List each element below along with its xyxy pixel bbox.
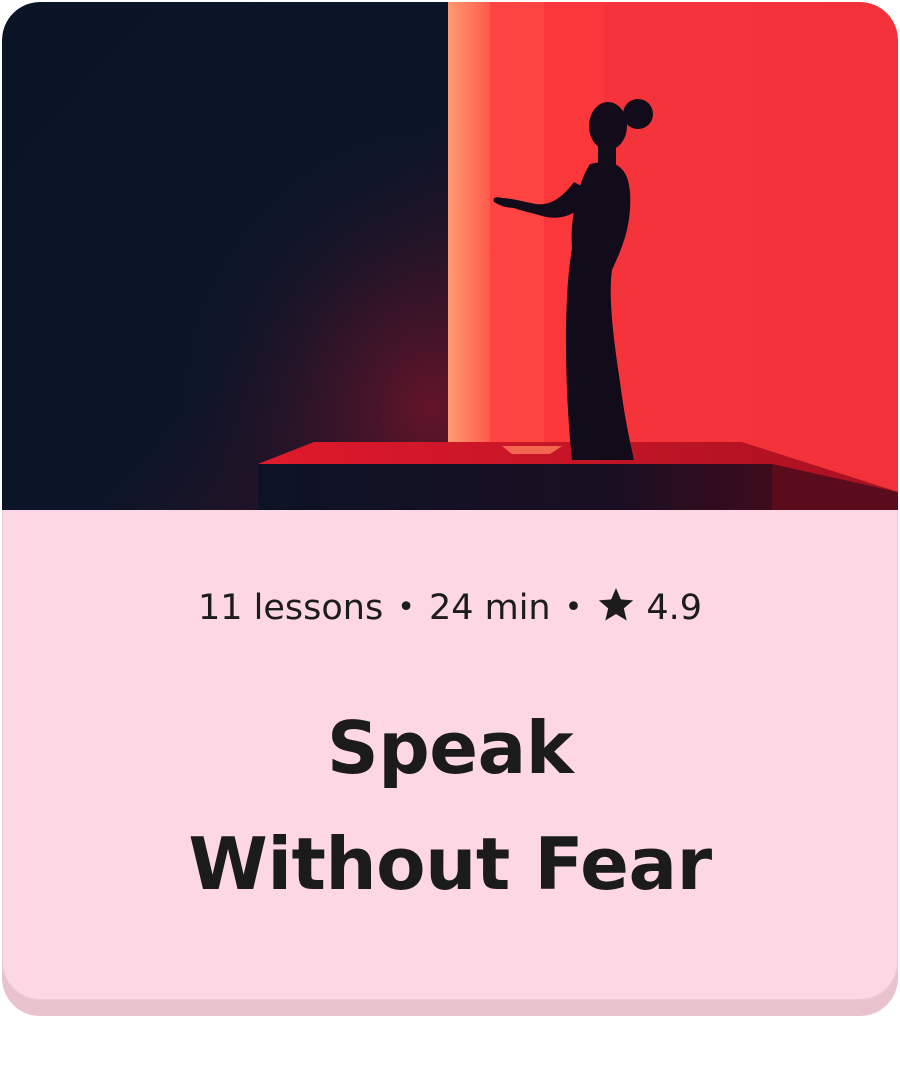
course-duration: 24 min <box>428 588 551 628</box>
course-hero-image <box>2 2 898 510</box>
lesson-count: 11 lessons <box>198 588 384 628</box>
course-card-body[interactable]: 11 lessons • 24 min • 4.9 Speak Without Fear <box>2 2 898 1000</box>
star-icon <box>599 588 634 621</box>
course-card[interactable]: 11 lessons • 24 min • 4.9 Speak Without Fear <box>2 2 898 1016</box>
meta-separator: • <box>564 590 583 625</box>
speaker-silhouette-illustration <box>2 2 898 510</box>
meta-separator: • <box>397 590 415 625</box>
course-title-line-2: Without Fear <box>188 822 712 906</box>
course-meta-row: 11 lessons • 24 min • 4.9 <box>2 582 898 633</box>
course-title: Speak Without Fear <box>2 690 898 922</box>
course-title-line-1: Speak <box>326 706 574 790</box>
rating-value: 4.9 <box>646 588 702 628</box>
